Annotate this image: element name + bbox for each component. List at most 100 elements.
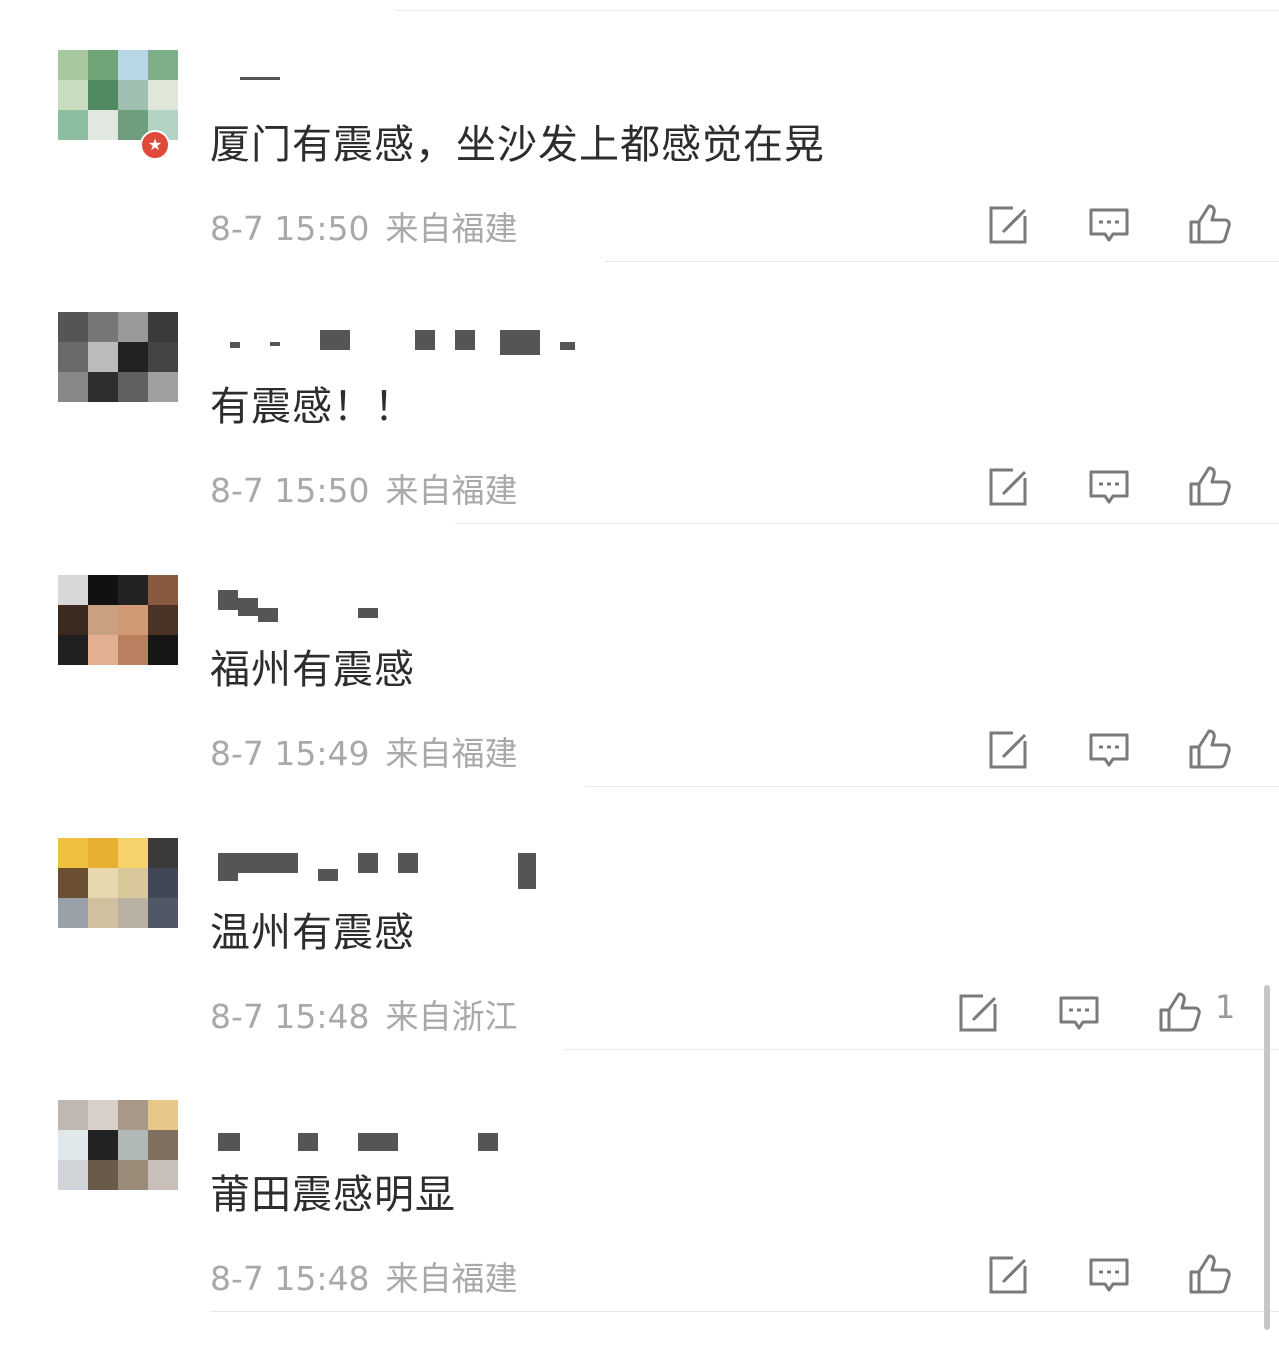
avatar-pixel [88, 1100, 118, 1130]
thumbs-up-icon [1185, 1254, 1233, 1302]
like-button[interactable] [1185, 200, 1233, 248]
avatar[interactable] [42, 310, 178, 432]
avatar-pixel [58, 50, 88, 80]
avatar-pixel [148, 605, 178, 635]
avatar-pixel [118, 50, 148, 80]
avatar-pixel [148, 868, 178, 898]
avatar-pixel [118, 1160, 148, 1190]
redaction-block [358, 1133, 398, 1151]
redaction-block [218, 590, 238, 610]
avatar-pixel [148, 575, 178, 605]
avatar-pixel [118, 635, 148, 665]
redaction-block [358, 853, 378, 873]
avatar[interactable] [42, 1098, 178, 1220]
avatar-pixel [58, 372, 88, 402]
username-redacted[interactable] [210, 1115, 590, 1151]
avatar-pixel [148, 342, 178, 372]
username-redacted[interactable] [210, 590, 590, 622]
avatar-pixel [148, 1100, 178, 1130]
comment-item[interactable]: ★ 厦门有震感，坐沙发上都感觉在晃 8-7 15:50 来自福建 [0, 0, 1279, 262]
avatar-pixel [58, 1100, 88, 1130]
avatar-pixel [58, 898, 88, 928]
avatar-pixel [148, 898, 178, 928]
avatar-pixel [88, 312, 118, 342]
comment-text: 厦门有震感，坐沙发上都感觉在晃 [210, 122, 825, 168]
thumbs-up-icon [1185, 729, 1233, 777]
reply-button[interactable] [1085, 462, 1133, 510]
redaction-block [298, 1133, 318, 1151]
avatar-pixel [148, 635, 178, 665]
comment-meta: 8-7 15:50 来自福建 [210, 464, 534, 512]
comment-item[interactable]: 有震感！！ 8-7 15:50 来自福建 [0, 262, 1279, 524]
timestamp: 8-7 15:50 [210, 209, 370, 248]
like-button[interactable] [1185, 1250, 1233, 1298]
avatar-pixel [58, 80, 88, 110]
comment-meta: 8-7 15:48 来自浙江 [210, 990, 534, 1038]
comment-item[interactable]: 温州有震感 8-7 15:48 来自浙江 1 [0, 788, 1279, 1050]
comment-text: 有震感！！ [210, 384, 415, 430]
share-icon [985, 466, 1033, 514]
redaction-block [398, 853, 418, 873]
avatar-pixel [118, 898, 148, 928]
avatar-pixel [58, 635, 88, 665]
timestamp: 8-7 15:49 [210, 734, 370, 773]
timestamp: 8-7 15:50 [210, 471, 370, 510]
redaction-block [318, 869, 338, 881]
avatar-pixel [88, 838, 118, 868]
avatar-pixel [148, 50, 178, 80]
avatar[interactable] [42, 836, 178, 958]
username-redacted[interactable] [210, 65, 590, 89]
avatar-pixel [118, 605, 148, 635]
location: 来自福建 [385, 734, 518, 773]
avatar-pixel [148, 372, 178, 402]
reply-button[interactable] [1085, 1250, 1133, 1298]
avatar-pixel [148, 1130, 178, 1160]
avatar-pixel [118, 1130, 148, 1160]
reply-button[interactable] [1085, 200, 1133, 248]
reply-button[interactable] [1055, 988, 1103, 1036]
redaction-block [415, 330, 435, 350]
like-button[interactable] [1155, 988, 1203, 1036]
comment-item[interactable]: 福州有震感 8-7 15:49 来自福建 [0, 525, 1279, 787]
reply-button[interactable] [1085, 725, 1133, 773]
redaction-block [240, 77, 280, 80]
avatar-pixel [118, 868, 148, 898]
share-button[interactable] [955, 988, 1003, 1036]
comment-icon [1085, 733, 1133, 777]
comment-text: 福州有震感 [210, 647, 415, 693]
redaction-block [455, 330, 475, 350]
avatar-pixel [88, 575, 118, 605]
scrollbar[interactable] [1264, 985, 1270, 1330]
location: 来自浙江 [385, 997, 518, 1036]
username-redacted[interactable] [210, 853, 590, 889]
avatar-pixel [88, 110, 118, 140]
avatar-pixel [88, 372, 118, 402]
share-icon [985, 204, 1033, 252]
avatar-pixel [148, 312, 178, 342]
row-divider [585, 786, 1279, 787]
comment-meta: 8-7 15:48 来自福建 [210, 1252, 534, 1300]
redaction-block [478, 1133, 498, 1151]
avatar-pixel [118, 1100, 148, 1130]
avatar-pixel [58, 838, 88, 868]
comment-text: 莆田震感明显 [210, 1172, 456, 1218]
comment-icon [1055, 996, 1103, 1040]
share-icon [985, 729, 1033, 777]
avatar[interactable]: ★ [42, 48, 178, 170]
comment-meta: 8-7 15:49 来自福建 [210, 727, 534, 775]
share-button[interactable] [985, 725, 1033, 773]
avatar-pixel [58, 342, 88, 372]
share-button[interactable] [985, 1250, 1033, 1298]
comment-meta: 8-7 15:50 来自福建 [210, 202, 534, 250]
avatar[interactable] [42, 573, 178, 695]
avatar-pixel [88, 605, 118, 635]
share-button[interactable] [985, 200, 1033, 248]
like-button[interactable] [1185, 725, 1233, 773]
comment-item[interactable]: 莆田震感明显 8-7 15:48 来自福建 [0, 1050, 1279, 1312]
share-button[interactable] [985, 462, 1033, 510]
comment-icon [1085, 1258, 1133, 1302]
username-redacted[interactable] [210, 327, 590, 355]
redaction-block [218, 1133, 240, 1151]
like-button[interactable] [1185, 462, 1233, 510]
avatar-pixel [118, 838, 148, 868]
